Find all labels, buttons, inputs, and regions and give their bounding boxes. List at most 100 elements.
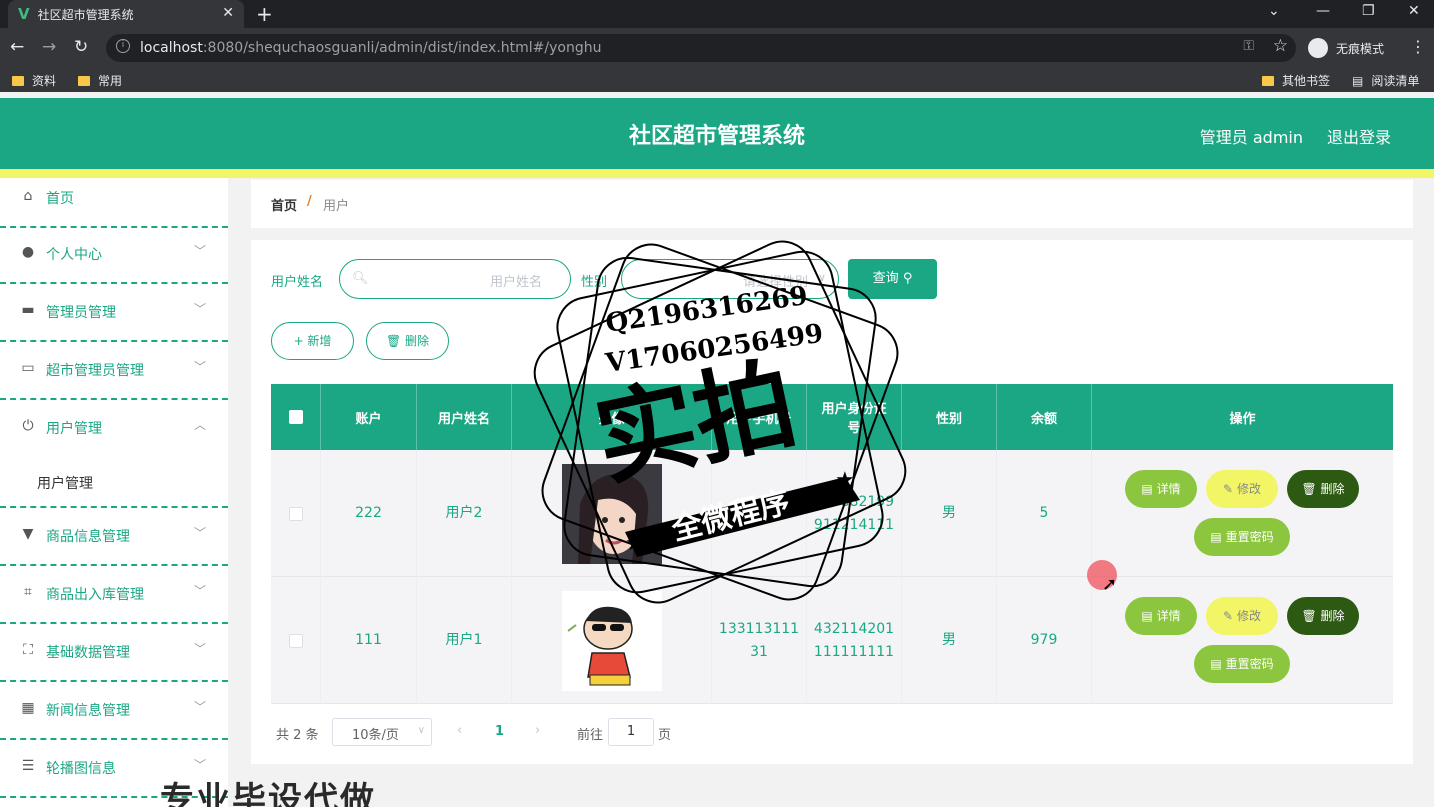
- browser-tab[interactable]: V 社区超市管理系统 ✕: [8, 0, 244, 28]
- add-button[interactable]: + 新增: [271, 322, 354, 360]
- header-select-all[interactable]: [271, 384, 321, 450]
- home-icon: ⌂: [23, 188, 33, 204]
- trash-icon: 🗑︎: [1301, 482, 1317, 496]
- breadcrumb-home[interactable]: 首页: [271, 195, 297, 214]
- cell-balance: 5: [997, 450, 1092, 577]
- page-number[interactable]: 1: [495, 724, 504, 739]
- row-select[interactable]: [271, 577, 321, 704]
- reload-icon[interactable]: ↻: [74, 37, 88, 57]
- edit-button[interactable]: ✎ 修改: [1206, 597, 1278, 635]
- sidebar-item-stock[interactable]: ⌗ 商品出入库管理 ﹀: [0, 574, 228, 624]
- site-info-icon[interactable]: i: [116, 39, 130, 53]
- sidebar-item-goods[interactable]: ▼ 商品信息管理 ﹀: [0, 516, 228, 566]
- pagination-total: 共 2 条: [276, 728, 319, 743]
- user-icon: ●: [21, 244, 35, 260]
- pencil-icon: ✎: [1223, 482, 1234, 496]
- cell-gender: 男: [902, 450, 997, 577]
- new-tab-icon[interactable]: +: [256, 2, 273, 26]
- monitor-icon: ▬: [21, 302, 35, 318]
- document-icon: ▤: [1141, 482, 1153, 496]
- menu-icon: ☰: [21, 758, 35, 774]
- sidebar-item-users[interactable]: ⏻ 用户管理 ︿: [0, 408, 228, 458]
- incognito-icon: [1308, 38, 1328, 58]
- star-icon: ★: [625, 531, 645, 556]
- chevron-down-icon: ﹀: [193, 700, 206, 714]
- logout-link[interactable]: 退出登录: [1327, 124, 1391, 148]
- cell-balance: 979: [997, 577, 1092, 704]
- header-name: 用户姓名: [417, 384, 512, 450]
- fullscreen-icon: ⛶: [23, 642, 33, 658]
- header-actions: 操作: [1229, 411, 1256, 427]
- edit-button[interactable]: ✎ 修改: [1206, 470, 1278, 508]
- search-icon: 🔍︎: [352, 271, 369, 286]
- sidebar-item-market-admin[interactable]: ▭ 超市管理员管理 ﹀: [0, 350, 228, 400]
- brush-icon: ▼: [22, 526, 34, 542]
- incognito-badge[interactable]: 无痕模式: [1308, 36, 1384, 60]
- forward-icon[interactable]: →: [42, 37, 56, 57]
- delete-button[interactable]: 🗑︎ 删除: [1287, 597, 1359, 635]
- breadcrumb-separator: /: [307, 194, 312, 209]
- restore-icon[interactable]: ❐: [1362, 3, 1375, 19]
- cell-actions: ▤ 详情 ✎ 修改 🗑︎ 删除 ▤ 重置密码: [1092, 450, 1393, 577]
- bookmark-folder[interactable]: 资料: [12, 72, 56, 89]
- idcard-icon: ▭: [21, 360, 35, 376]
- goto-label: 前往: [577, 728, 604, 743]
- folder-icon: [1262, 75, 1274, 86]
- sidebar-item-personal[interactable]: ● 个人中心 ﹀: [0, 234, 228, 284]
- page-size-select[interactable]: 10条/页 ∨: [332, 718, 432, 746]
- bottom-watermark: 专业毕设代做: [160, 780, 376, 807]
- header-balance: 余额: [997, 384, 1092, 450]
- document-icon: ▤: [1210, 657, 1222, 671]
- chevron-down-icon: ﹀: [193, 360, 206, 374]
- goto-unit-label: 页: [658, 728, 672, 743]
- key-icon[interactable]: ⚿: [1243, 38, 1254, 54]
- delete-button[interactable]: 🗑︎ 删除: [1287, 470, 1359, 508]
- header-account: 账户: [321, 384, 417, 450]
- prev-page-icon[interactable]: ‹: [457, 723, 462, 738]
- browser-menu-icon[interactable]: ⋮: [1410, 37, 1426, 56]
- trash-icon: 🗑︎: [385, 334, 402, 348]
- row-checkbox[interactable]: [288, 506, 303, 521]
- bookmark-star-icon[interactable]: ☆: [1273, 36, 1288, 56]
- reset-password-button[interactable]: ▤ 重置密码: [1194, 645, 1290, 683]
- sidebar-item-basedata[interactable]: ⛶ 基础数据管理 ﹀: [0, 632, 228, 682]
- tab-close-icon[interactable]: ✕: [222, 5, 234, 21]
- chevron-down-icon: ﹀: [193, 526, 206, 540]
- minimize-icon[interactable]: —: [1316, 3, 1330, 19]
- back-icon[interactable]: ←: [10, 37, 24, 57]
- reset-password-button[interactable]: ▤ 重置密码: [1194, 518, 1290, 556]
- row-select[interactable]: [271, 450, 321, 577]
- batch-delete-button[interactable]: 🗑︎ 删除: [366, 322, 449, 360]
- omnibox[interactable]: i localhost:8080/shequchaosguanli/admin/…: [106, 34, 1296, 62]
- sidebar-item-news[interactable]: ▦ 新闻信息管理 ﹀: [0, 690, 228, 740]
- row-checkbox[interactable]: [288, 633, 303, 648]
- cell-gender: 男: [902, 577, 997, 704]
- sidebar-subitem-users[interactable]: 用户管理: [0, 456, 228, 508]
- detail-button[interactable]: ▤ 详情: [1125, 597, 1197, 635]
- sidebar-item-home[interactable]: ⌂ 首页: [0, 178, 228, 228]
- document-icon: ▤: [1210, 530, 1222, 544]
- pencil-icon: ✎: [1223, 609, 1234, 623]
- chevron-down-icon: ∨: [417, 725, 425, 736]
- crop-icon: ⌗: [24, 584, 32, 600]
- cell-account: 222: [321, 450, 417, 577]
- close-window-icon[interactable]: ✕: [1408, 3, 1420, 19]
- sidebar-item-admin[interactable]: ▬ 管理员管理 ﹀: [0, 292, 228, 342]
- browser-tabbar: V 社区超市管理系统 ✕ + ⌄ — ❐ ✕: [0, 0, 1434, 28]
- chevron-up-icon: ︿: [193, 418, 206, 432]
- other-bookmarks[interactable]: 其他书签: [1262, 72, 1330, 89]
- header-gender: 性别: [902, 384, 997, 450]
- detail-button[interactable]: ▤ 详情: [1125, 470, 1197, 508]
- next-page-icon[interactable]: ›: [535, 723, 540, 738]
- reading-list[interactable]: ▤ 阅读清单: [1352, 72, 1419, 89]
- power-icon: ⏻: [22, 418, 34, 434]
- goto-page-input[interactable]: 1: [608, 718, 654, 746]
- url-text: localhost:8080/shequchaosguanli/admin/di…: [140, 40, 602, 56]
- admin-label: 管理员 admin: [1199, 128, 1303, 147]
- bookmark-folder[interactable]: 常用: [78, 72, 122, 89]
- tab-search-icon[interactable]: ⌄: [1268, 3, 1280, 19]
- document-icon: ▤: [1141, 609, 1153, 623]
- breadcrumb-current: 用户: [323, 199, 350, 214]
- select-all-checkbox[interactable]: [288, 410, 303, 424]
- vue-logo-icon: V: [18, 5, 30, 23]
